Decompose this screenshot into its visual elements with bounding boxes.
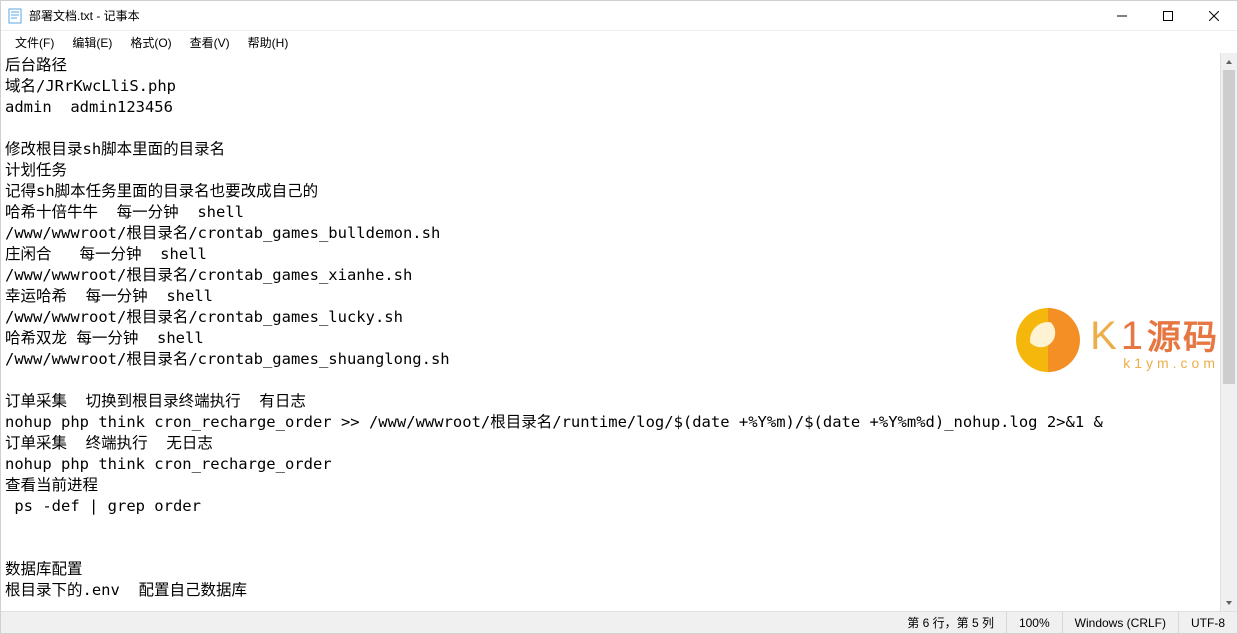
menu-file[interactable]: 文件(F) bbox=[7, 32, 62, 53]
scroll-track[interactable] bbox=[1221, 70, 1237, 594]
status-line-ending: Windows (CRLF) bbox=[1062, 612, 1178, 633]
maximize-button[interactable] bbox=[1145, 1, 1191, 31]
status-encoding: UTF-8 bbox=[1178, 612, 1237, 633]
window-title: 部署文档.txt - 记事本 bbox=[29, 7, 140, 24]
menu-view[interactable]: 查看(V) bbox=[182, 32, 238, 53]
status-zoom: 100% bbox=[1006, 612, 1062, 633]
scroll-up-arrow-icon[interactable] bbox=[1221, 53, 1237, 70]
window-controls bbox=[1099, 1, 1237, 30]
text-editor[interactable] bbox=[1, 53, 1237, 611]
status-position: 第 6 行，第 5 列 bbox=[895, 612, 1006, 633]
titlebar: 部署文档.txt - 记事本 bbox=[1, 1, 1237, 31]
notepad-window: 部署文档.txt - 记事本 文件(F) 编辑(E) 格式(O) 查看(V) 帮… bbox=[0, 0, 1238, 634]
scroll-thumb[interactable] bbox=[1223, 70, 1235, 384]
close-button[interactable] bbox=[1191, 1, 1237, 31]
notepad-icon bbox=[7, 8, 23, 24]
menubar: 文件(F) 编辑(E) 格式(O) 查看(V) 帮助(H) bbox=[1, 31, 1237, 53]
vertical-scrollbar[interactable] bbox=[1220, 53, 1237, 611]
menu-edit[interactable]: 编辑(E) bbox=[64, 32, 120, 53]
minimize-button[interactable] bbox=[1099, 1, 1145, 31]
menu-help[interactable]: 帮助(H) bbox=[240, 32, 297, 53]
titlebar-left: 部署文档.txt - 记事本 bbox=[1, 7, 140, 24]
menu-format[interactable]: 格式(O) bbox=[122, 32, 179, 53]
scroll-down-arrow-icon[interactable] bbox=[1221, 594, 1237, 611]
content-area: K1 源码 k1ym.com bbox=[1, 53, 1237, 611]
statusbar: 第 6 行，第 5 列 100% Windows (CRLF) UTF-8 bbox=[1, 611, 1237, 633]
